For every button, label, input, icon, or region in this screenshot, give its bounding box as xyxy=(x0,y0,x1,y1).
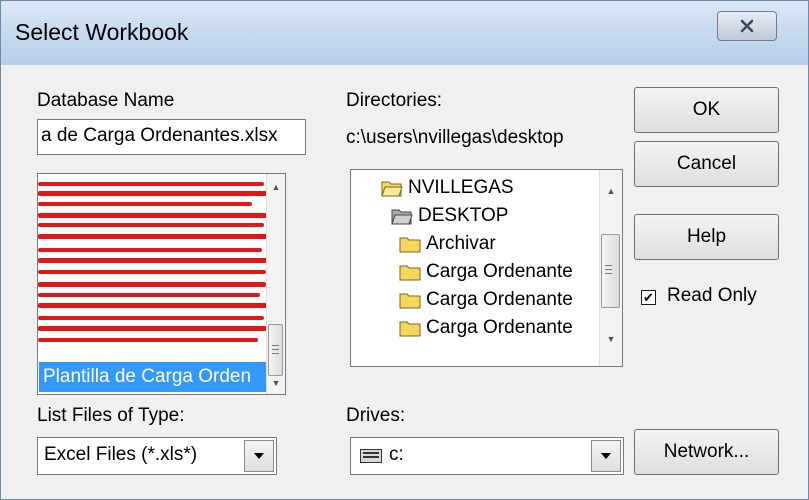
close-icon xyxy=(740,19,754,33)
drives-select[interactable]: c: xyxy=(350,437,624,475)
directory-scrollbar[interactable]: ▲ ▼ xyxy=(599,170,622,366)
network-button[interactable]: Network... xyxy=(634,429,779,475)
current-path: c:\users\nvillegas\desktop xyxy=(346,127,564,148)
dialog-body: Database Name a de Carga Ordenantes.xlsx xyxy=(8,65,801,493)
file-type-select[interactable]: Excel Files (*.xls*) xyxy=(37,437,277,475)
database-name-input[interactable]: a de Carga Ordenantes.xlsx xyxy=(37,119,306,155)
cancel-button[interactable]: Cancel xyxy=(634,141,779,187)
scroll-thumb[interactable] xyxy=(601,234,620,308)
folder-icon xyxy=(399,321,421,337)
drives-label: Drives: xyxy=(346,405,406,426)
directory-item[interactable]: Archivar xyxy=(399,230,496,258)
scroll-thumb[interactable] xyxy=(268,324,283,376)
help-button[interactable]: Help xyxy=(634,214,779,260)
file-type-label: List Files of Type: xyxy=(37,405,185,426)
directory-tree[interactable]: NVILLEGAS DESKTOP Archivar Carga Ordenan… xyxy=(350,169,623,367)
file-type-value: Excel Files (*.xls*) xyxy=(44,444,198,465)
redacted-list-item[interactable] xyxy=(38,244,270,278)
redacted-list-item[interactable] xyxy=(38,312,270,346)
directories-label: Directories: xyxy=(346,90,443,111)
chevron-down-icon[interactable] xyxy=(591,440,621,472)
chevron-down-icon[interactable] xyxy=(244,440,274,472)
directory-item[interactable]: Carga Ordenante xyxy=(399,286,595,314)
scroll-down-icon[interactable]: ▼ xyxy=(600,330,622,348)
read-only-check-mark[interactable]: ✔ xyxy=(641,290,656,305)
scroll-down-icon[interactable]: ▼ xyxy=(267,374,285,392)
directory-item[interactable]: Carga Ordenante xyxy=(399,258,595,286)
directory-item[interactable]: NVILLEGAS xyxy=(381,174,514,202)
read-only-checkbox[interactable]: ✔ Read Only xyxy=(641,285,791,311)
open-folder-icon xyxy=(391,209,413,225)
selected-database-file[interactable]: Plantilla de Carga Orden xyxy=(39,362,271,392)
ok-button[interactable]: OK xyxy=(634,87,779,133)
select-workbook-dialog: Select Workbook Database Name a de Carga… xyxy=(0,0,809,500)
database-file-list[interactable]: Plantilla de Carga Orden ▲ ▼ xyxy=(37,173,286,395)
scroll-up-icon[interactable]: ▲ xyxy=(267,178,285,196)
folder-icon xyxy=(399,293,421,309)
redacted-list-item[interactable] xyxy=(38,176,270,210)
database-list-scrollbar[interactable]: ▲ ▼ xyxy=(266,174,285,394)
drives-value: c: xyxy=(389,444,404,465)
redacted-list-item[interactable] xyxy=(38,278,270,312)
directory-item[interactable]: Carga Ordenante xyxy=(399,314,595,342)
redacted-list-item[interactable] xyxy=(38,210,270,244)
title-bar: Select Workbook xyxy=(1,1,808,65)
close-button[interactable] xyxy=(717,11,777,41)
directory-item[interactable]: DESKTOP xyxy=(391,202,508,230)
folder-icon xyxy=(399,237,421,253)
open-folder-icon xyxy=(381,181,403,197)
read-only-label: Read Only xyxy=(667,285,757,306)
folder-icon xyxy=(399,265,421,281)
window-title: Select Workbook xyxy=(15,19,189,45)
drive-icon xyxy=(360,449,382,463)
database-name-label: Database Name xyxy=(37,90,175,111)
scroll-up-icon[interactable]: ▲ xyxy=(600,182,622,200)
